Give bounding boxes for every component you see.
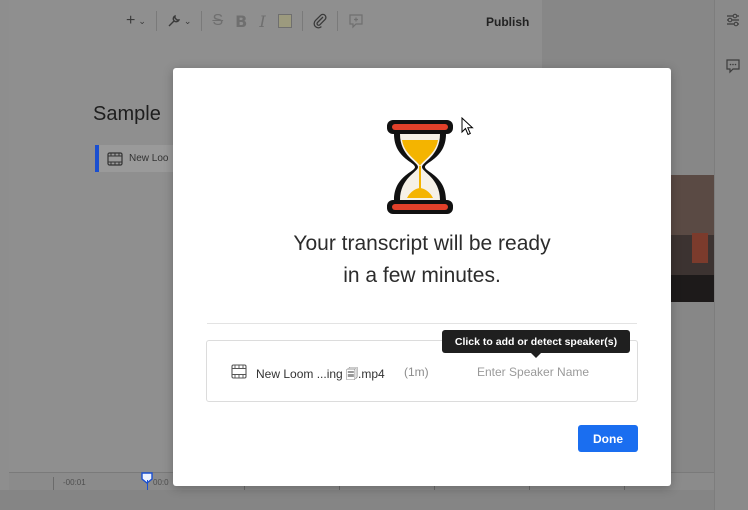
divider bbox=[207, 323, 637, 324]
highlight-button[interactable] bbox=[272, 8, 298, 34]
speaker-tooltip: Click to add or detect speaker(s) bbox=[442, 330, 630, 358]
bold-icon: B bbox=[235, 11, 248, 31]
comment-add-icon bbox=[349, 14, 363, 29]
wrench-icon bbox=[168, 14, 181, 27]
tools-button[interactable]: ⌄ bbox=[161, 8, 198, 34]
toolbar-divider bbox=[336, 11, 338, 31]
file-duration: (1m) bbox=[404, 365, 429, 379]
attachment-icon bbox=[313, 13, 327, 29]
document-title[interactable]: Sample bbox=[93, 103, 161, 126]
chevron-down-icon: ⌄ bbox=[138, 15, 146, 26]
film-icon bbox=[107, 151, 123, 166]
film-icon bbox=[231, 364, 247, 379]
modal-title-line-1: Your transcript will be ready bbox=[293, 232, 551, 255]
italic-icon: I bbox=[259, 11, 266, 31]
insert-button[interactable]: + ⌄ bbox=[120, 8, 152, 34]
editor-toolbar: + ⌄ ⌄ S B I bbox=[120, 8, 370, 34]
italic-button[interactable]: I bbox=[253, 8, 271, 34]
modal-title-line-2: in a few minutes. bbox=[343, 264, 501, 287]
video-preview bbox=[670, 175, 714, 302]
settings-sliders-button[interactable] bbox=[724, 12, 742, 30]
done-button[interactable]: Done bbox=[578, 425, 638, 452]
bold-button[interactable]: B bbox=[229, 8, 253, 34]
hourglass-icon bbox=[387, 120, 453, 214]
add-comment-button[interactable] bbox=[342, 8, 370, 34]
toolbar-divider bbox=[301, 11, 303, 31]
modal-title: Your transcript will be ready in a few m… bbox=[173, 228, 671, 292]
right-rail bbox=[714, 0, 748, 510]
plus-icon: + bbox=[126, 12, 136, 29]
publish-button[interactable]: Publish bbox=[486, 15, 529, 29]
loom-chip-label: New Loo bbox=[129, 153, 169, 164]
toolbar-divider bbox=[155, 11, 157, 31]
highlight-icon bbox=[277, 14, 292, 28]
mouse-cursor-icon bbox=[461, 117, 474, 136]
loom-video-chip[interactable]: New Loo bbox=[95, 145, 185, 172]
attachment-button[interactable] bbox=[307, 8, 333, 34]
speaker-name-input[interactable] bbox=[467, 359, 627, 385]
toolbar-divider bbox=[201, 11, 203, 31]
file-name: New Loom ...ing 🗐.mp4 bbox=[256, 367, 385, 381]
chevron-down-icon: ⌄ bbox=[183, 15, 192, 26]
transcript-modal: Your transcript will be ready in a few m… bbox=[173, 68, 671, 486]
sliders-icon bbox=[727, 13, 739, 27]
timeline-playhead-label: 00:0 bbox=[153, 478, 169, 487]
bottom-strip bbox=[0, 490, 714, 510]
strikethrough-button[interactable]: S bbox=[206, 8, 229, 34]
timeline-start-label: -00:01 bbox=[63, 478, 86, 487]
comment-icon bbox=[726, 59, 740, 74]
comments-button[interactable] bbox=[724, 58, 742, 76]
strikethrough-icon: S bbox=[212, 12, 224, 29]
